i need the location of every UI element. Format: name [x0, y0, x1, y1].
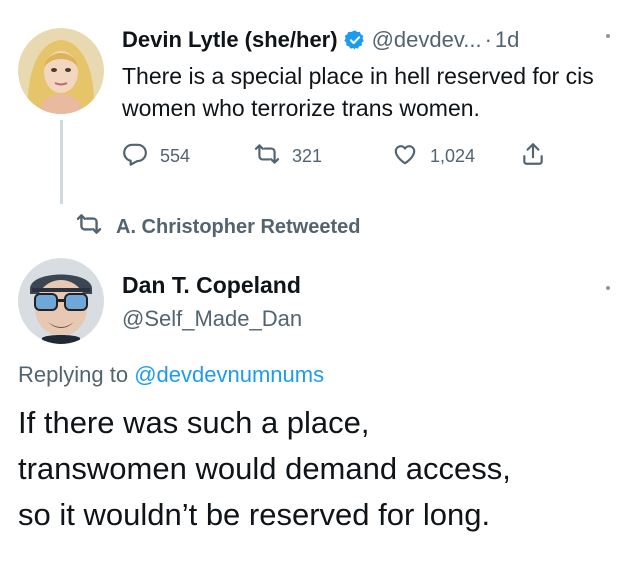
tweet1-display-name[interactable]: Devin Lytle (she/her): [122, 27, 338, 52]
like-icon: [392, 141, 430, 172]
tweet2-text-line: If there was such a place,: [18, 405, 370, 440]
retweet-count: 321: [292, 145, 323, 166]
replying-to-line: Replying to @devdevnumnums: [18, 362, 324, 388]
avatar-devin[interactable]: [18, 28, 104, 114]
retweet-icon: [76, 211, 116, 243]
tweet2-text: If there was such a place, transwomen wo…: [18, 400, 613, 538]
tweet1-handle[interactable]: @devdev...: [372, 27, 482, 52]
share-button[interactable]: [520, 140, 558, 172]
tweet2-display-name[interactable]: Dan T. Copeland: [122, 272, 301, 299]
reply-icon: [122, 141, 160, 172]
retweet-icon: [254, 141, 292, 172]
tweet1-time[interactable]: 1d: [495, 27, 519, 52]
replying-prefix: Replying to: [18, 362, 129, 387]
verified-badge-icon: [343, 29, 366, 58]
tweet2-text-line: so it wouldn’t be reserved for long.: [18, 497, 491, 532]
retweet-banner[interactable]: A. Christopher Retweeted: [76, 212, 360, 242]
tweet2-text-line: transwomen would demand access,: [18, 451, 511, 486]
tweet1-header: Devin Lytle (she/her) @devdev... · 1d: [122, 26, 519, 58]
like-button[interactable]: 1,024: [392, 140, 475, 172]
reply-count: 554: [160, 145, 191, 166]
thread-connector-line: [60, 120, 63, 204]
tweet1-separator: ·: [484, 27, 492, 52]
more-icon[interactable]: [606, 34, 610, 38]
like-count: 1,024: [430, 145, 476, 166]
retweet-button[interactable]: 321: [254, 140, 322, 172]
replying-mention-link[interactable]: @devdevnumnums: [134, 362, 324, 387]
more-icon[interactable]: [606, 286, 610, 290]
retweet-banner-label: A. Christopher Retweeted: [116, 215, 361, 238]
tweet2-handle[interactable]: @Self_Made_Dan: [122, 306, 302, 332]
avatar-dan[interactable]: [18, 258, 104, 344]
share-icon: [520, 141, 558, 172]
reply-button[interactable]: 554: [122, 140, 190, 172]
avatar-image: [18, 258, 104, 344]
avatar-image: [18, 28, 104, 114]
tweet1-action-bar: 554 321 1,024: [122, 140, 572, 172]
tweet1-text: There is a special place in hell reserve…: [122, 63, 594, 121]
